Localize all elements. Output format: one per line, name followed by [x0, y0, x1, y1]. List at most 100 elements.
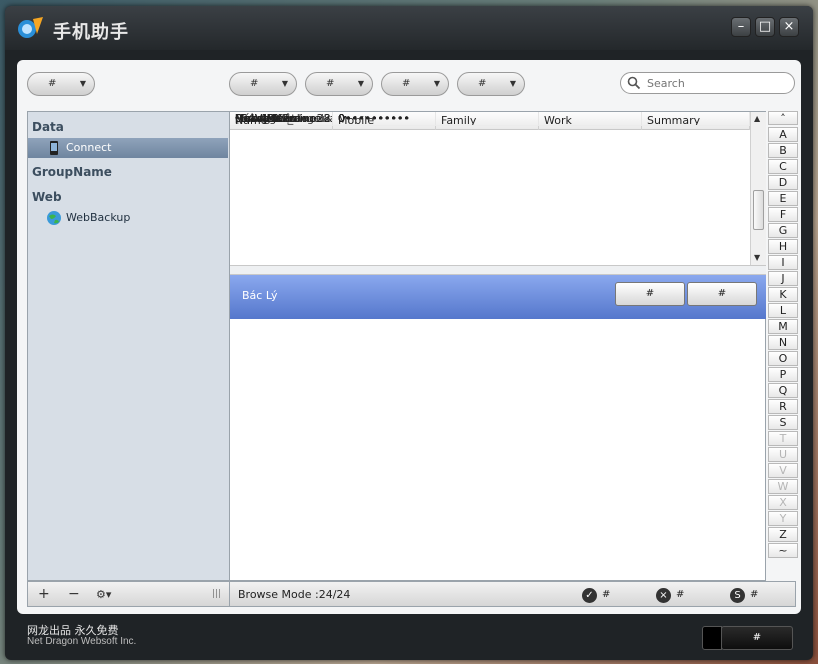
- toolbar-dropdown-3[interactable]: # ▼: [381, 72, 449, 96]
- maximize-button[interactable]: □: [755, 17, 775, 37]
- alphabet-letter-t[interactable]: T: [768, 431, 798, 446]
- dropdown-label: #: [250, 78, 259, 89]
- alphabet-letter-y[interactable]: Y: [768, 511, 798, 526]
- alphabet-letter-e[interactable]: E: [768, 191, 798, 206]
- table-row[interactable]: [230, 215, 750, 229]
- menu-dropdown-button[interactable]: # ▼: [27, 72, 95, 96]
- app-logo-icon: [18, 17, 43, 38]
- alphabet-index: ˄ A B C D E F G H I J K L M N O P Q R S T U V W X Y Z ~: [766, 111, 798, 558]
- table-row[interactable]: [230, 201, 750, 215]
- alphabet-letter-l[interactable]: L: [768, 303, 798, 318]
- phone-icon: [50, 141, 58, 155]
- alphabet-letter-p[interactable]: P: [768, 367, 798, 382]
- sidebar: Data Connect GroupName Web WebBackup: [27, 111, 229, 581]
- sidebar-item-webbackup[interactable]: WebBackup: [28, 208, 228, 228]
- cell-summary: [642, 112, 750, 126]
- status-bar: Browse Mode :24/24 ✓ # × # S #: [229, 581, 796, 607]
- table-row[interactable]: [230, 159, 750, 173]
- chevron-down-icon: ▼: [79, 79, 86, 88]
- alphabet-letter-o[interactable]: O: [768, 351, 798, 366]
- alphabet-letter-a[interactable]: A: [768, 127, 798, 142]
- toolbar-dropdown-1[interactable]: # ▼: [229, 72, 297, 96]
- dropdown-label: #: [478, 78, 487, 89]
- alphabet-letter-m[interactable]: M: [768, 319, 798, 334]
- alphabet-letter-n[interactable]: N: [768, 335, 798, 350]
- sidebar-item-connect[interactable]: Connect: [28, 138, 228, 158]
- search-box[interactable]: [620, 72, 795, 94]
- browse-mode-status: Browse Mode :24/24: [238, 588, 351, 601]
- alphabet-letter-h[interactable]: H: [768, 239, 798, 254]
- status-action-label: #: [602, 589, 611, 600]
- alphabet-letter-d[interactable]: D: [768, 175, 798, 190]
- dropdown-label: #: [402, 78, 411, 89]
- alphabet-scroll-up-icon[interactable]: ˄: [768, 111, 798, 125]
- cell-mobile: 0••••••••••: [333, 112, 436, 126]
- sidebar-item-label: Connect: [66, 141, 112, 154]
- alphabet-letter-v[interactable]: V: [768, 463, 798, 478]
- contact-detail-name: Bác Lý: [242, 289, 278, 302]
- alphabet-letter-w[interactable]: W: [768, 479, 798, 494]
- table-row[interactable]: [230, 187, 750, 201]
- resize-grip-icon[interactable]: |||: [212, 589, 221, 599]
- remove-button[interactable]: −: [68, 586, 80, 602]
- status-action-label: #: [676, 589, 685, 600]
- alphabet-letter-q[interactable]: Q: [768, 383, 798, 398]
- table-row[interactable]: [230, 173, 750, 187]
- chevron-down-icon: ▼: [357, 79, 364, 88]
- alphabet-letter-k[interactable]: K: [768, 287, 798, 302]
- sidebar-section-data[interactable]: Data: [32, 120, 64, 134]
- add-button[interactable]: +: [38, 586, 50, 602]
- contacts-scrollbar[interactable]: ▲ ▼: [750, 112, 766, 265]
- cell-family: [436, 112, 539, 126]
- scrollbar-thumb[interactable]: [753, 190, 764, 230]
- alphabet-letter-f[interactable]: F: [768, 207, 798, 222]
- alphabet-letter-c[interactable]: C: [768, 159, 798, 174]
- alphabet-letter-other[interactable]: ~: [768, 543, 798, 558]
- table-row[interactable]: [230, 131, 750, 145]
- toolbar-dropdown-2[interactable]: # ▼: [305, 72, 373, 96]
- sidebar-section-groupname[interactable]: GroupName: [32, 165, 112, 179]
- alphabet-letter-g[interactable]: G: [768, 223, 798, 238]
- close-button[interactable]: ×: [779, 17, 799, 37]
- scroll-up-icon[interactable]: ▲: [754, 114, 760, 123]
- footer-company-text: Net Dragon Websoft Inc.: [27, 636, 137, 647]
- alphabet-letter-u[interactable]: U: [768, 447, 798, 462]
- detail-action-button-1[interactable]: #: [615, 282, 685, 306]
- search-input[interactable]: [647, 75, 787, 91]
- title-bar[interactable]: 手机助手 – □ ×: [5, 6, 813, 50]
- detail-action-button-2[interactable]: #: [687, 282, 757, 306]
- toolbar-dropdown-4[interactable]: # ▼: [457, 72, 525, 96]
- settings-dropdown-button[interactable]: ⚙▾: [96, 588, 111, 601]
- contacts-panel: Name Mobile Family Work Summary Đức Anh 0…: [229, 111, 767, 581]
- table-row[interactable]: [230, 145, 750, 159]
- footer-button[interactable]: #: [721, 626, 793, 650]
- chevron-down-icon: ▼: [509, 79, 516, 88]
- status-action-cancel[interactable]: × #: [656, 586, 684, 604]
- scroll-down-icon[interactable]: ▼: [754, 253, 760, 262]
- alphabet-letter-b[interactable]: B: [768, 143, 798, 158]
- alphabet-letter-r[interactable]: R: [768, 399, 798, 414]
- globe-icon: [47, 211, 61, 225]
- app-title: 手机助手: [53, 22, 129, 43]
- alphabet-letter-z[interactable]: Z: [768, 527, 798, 542]
- status-action-sync[interactable]: S #: [730, 586, 758, 604]
- alphabet-letter-i[interactable]: I: [768, 255, 798, 270]
- chevron-down-icon: ▼: [433, 79, 440, 88]
- dropdown-label: #: [48, 78, 57, 89]
- sync-icon: S: [730, 588, 745, 603]
- alphabet-letter-j[interactable]: J: [768, 271, 798, 286]
- alphabet-letter-x[interactable]: X: [768, 495, 798, 510]
- sidebar-item-label: WebBackup: [66, 211, 131, 224]
- sidebar-toolbar: + − ⚙▾ |||: [27, 581, 229, 607]
- sidebar-section-web[interactable]: Web: [32, 190, 62, 204]
- dropdown-label: #: [326, 78, 335, 89]
- search-icon[interactable]: [627, 76, 641, 90]
- status-action-check[interactable]: ✓ #: [582, 586, 610, 604]
- status-action-label: #: [750, 589, 759, 600]
- table-row[interactable]: [230, 229, 750, 243]
- minimize-button[interactable]: –: [731, 17, 751, 37]
- cell-name: Phương: [230, 112, 333, 126]
- table-row[interactable]: [230, 243, 750, 257]
- pane-splitter[interactable]: [230, 265, 767, 275]
- alphabet-letter-s[interactable]: S: [768, 415, 798, 430]
